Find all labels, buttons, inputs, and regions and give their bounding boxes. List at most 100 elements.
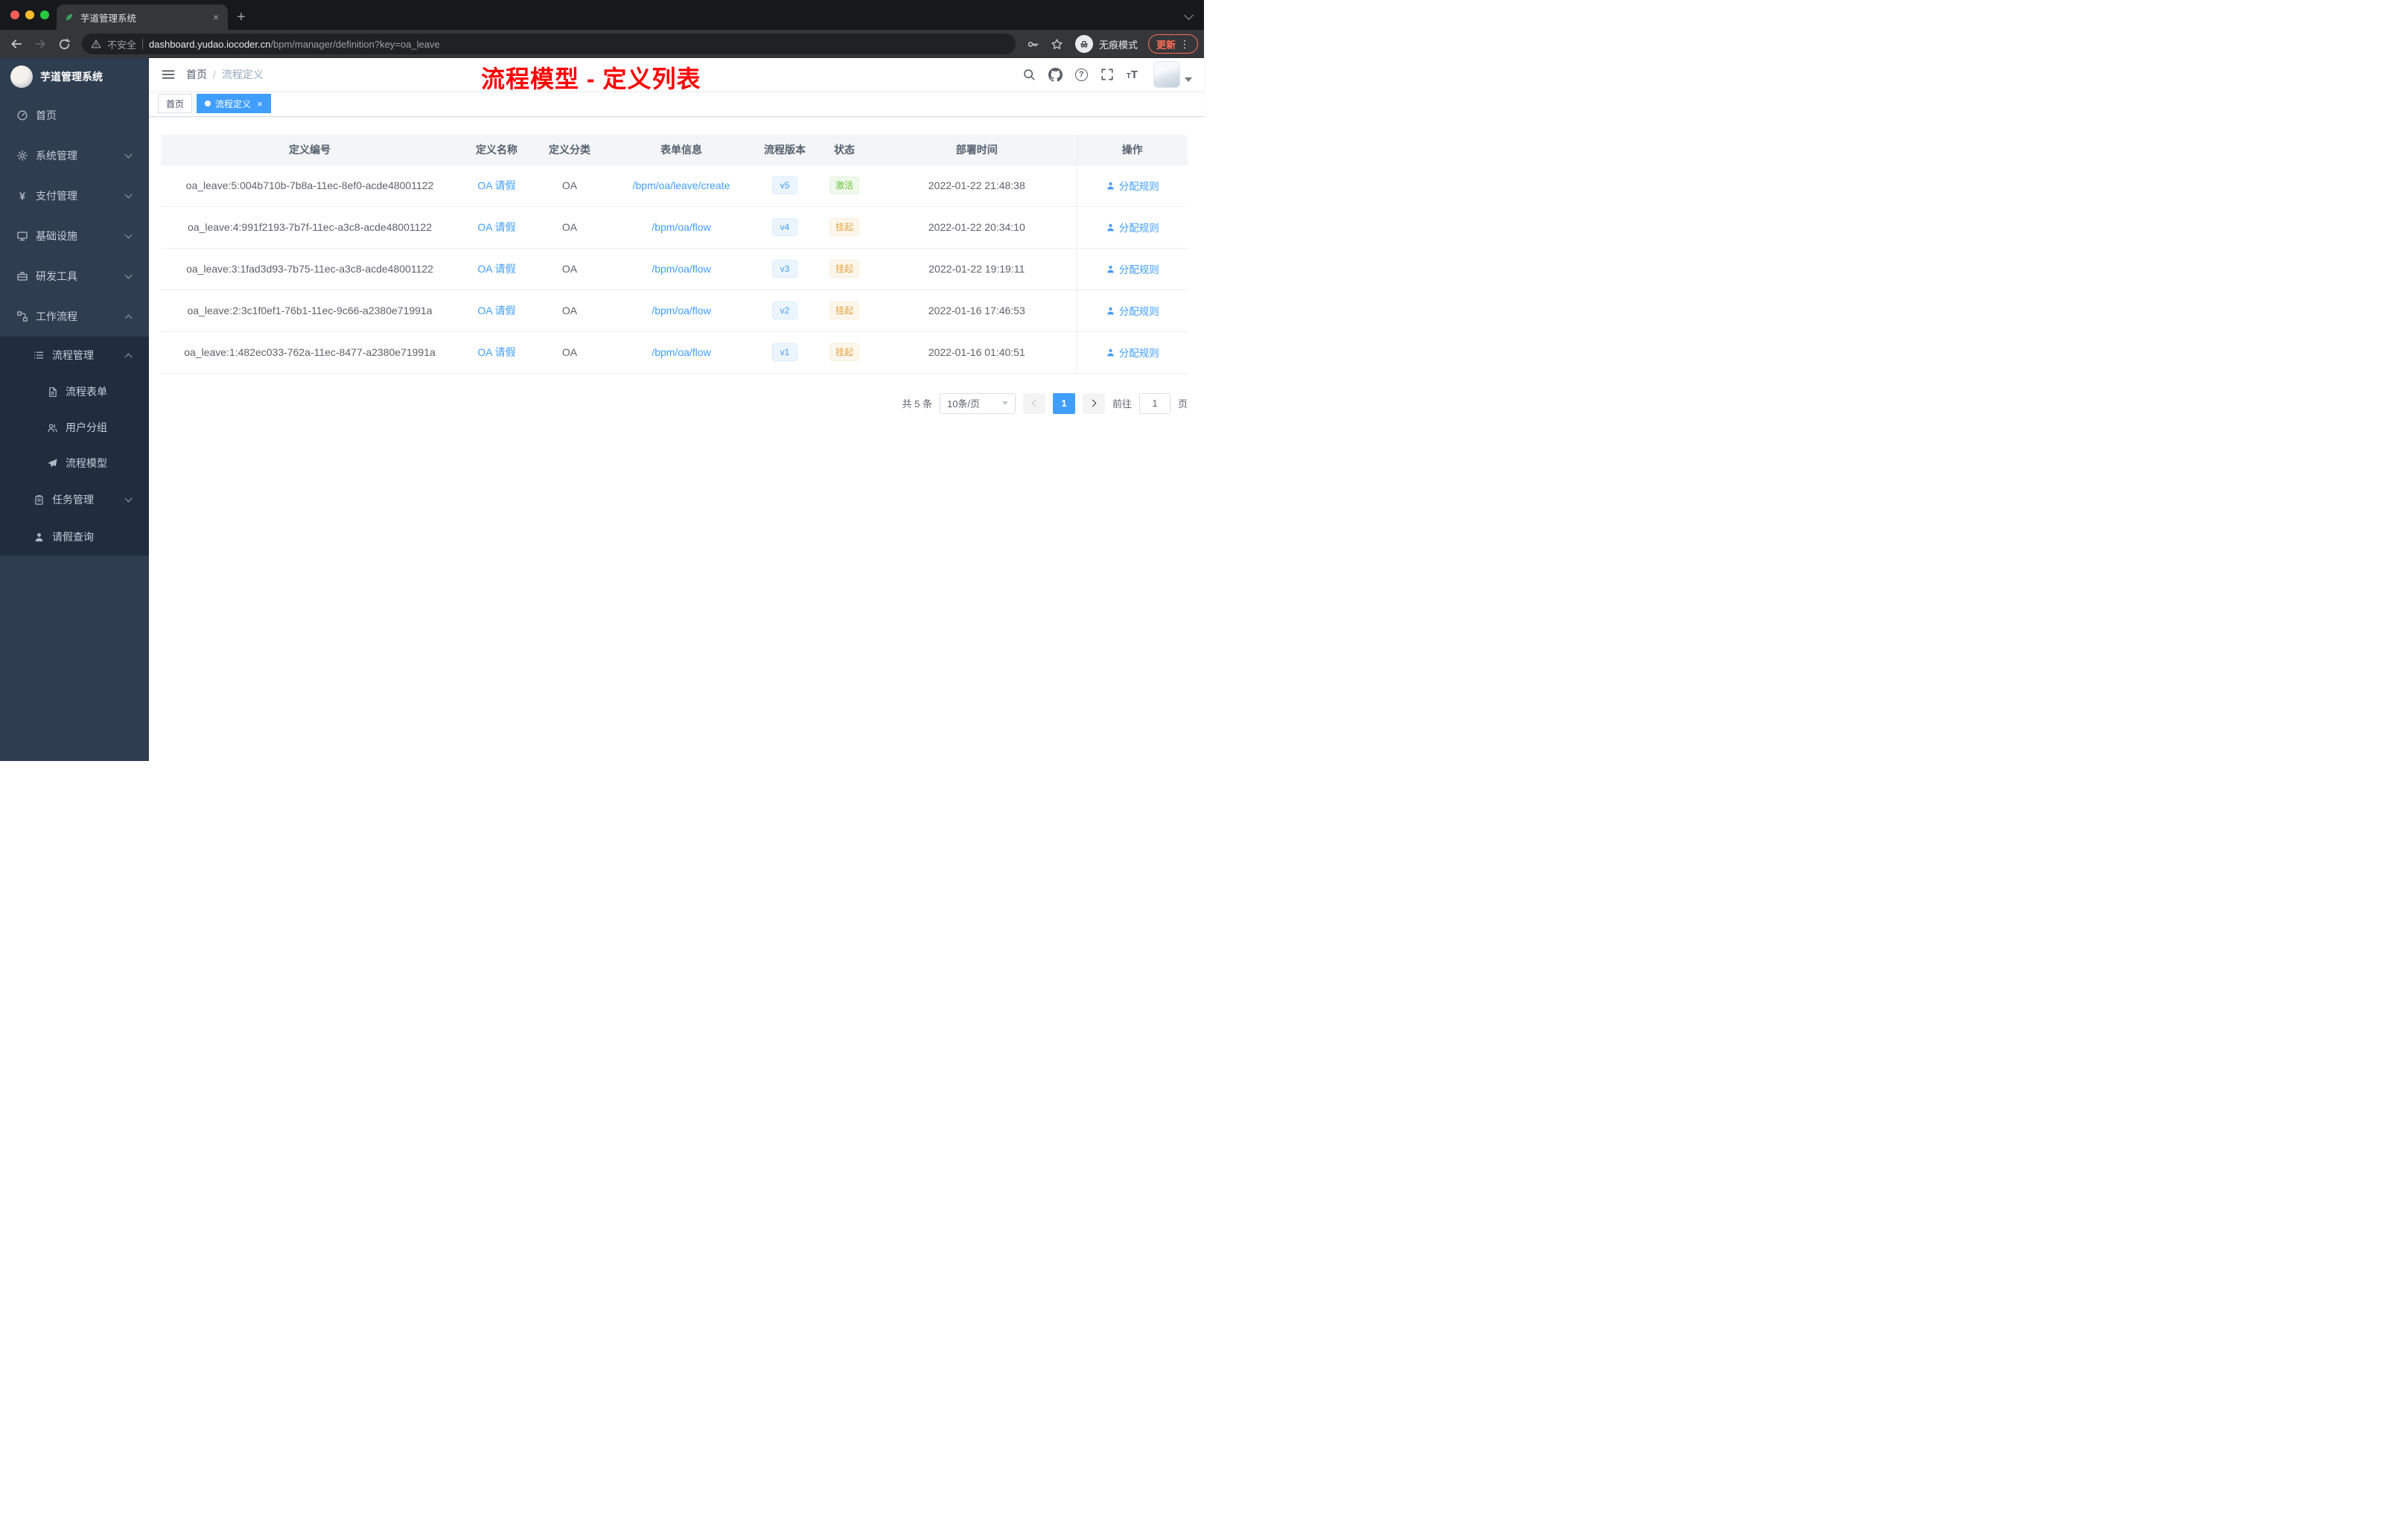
window-zoom-button[interactable] (40, 10, 49, 19)
status-badge: 激活 (829, 176, 859, 195)
browser-tab-strip: 芋道管理系统 × + (0, 0, 1204, 30)
definition-name-link[interactable]: OA 请假 (477, 179, 515, 191)
person-icon (33, 532, 45, 543)
clipboard-icon (33, 494, 45, 506)
sidebar-item-payment[interactable]: ¥ 支付管理 (0, 176, 149, 216)
definition-name-link[interactable]: OA 请假 (477, 221, 515, 233)
definition-id: oa_leave:3:1fad3d93-7b75-11ec-a3c8-acde4… (161, 248, 459, 290)
form-info-link[interactable]: /bpm/oa/flow (652, 305, 710, 316)
form-info-link[interactable]: /bpm/oa/flow (652, 346, 710, 358)
form-info-link[interactable]: /bpm/oa/flow (652, 263, 710, 275)
chevron-down-icon (124, 191, 133, 199)
workflow-icon (16, 311, 28, 322)
status-badge: 挂起 (829, 343, 859, 362)
help-question-icon[interactable]: ? (1074, 68, 1088, 81)
sidebar-item-process-models[interactable]: 流程模型 (0, 445, 149, 481)
definition-id: oa_leave:4:991f2193-7b7f-11ec-a3c8-acde4… (161, 206, 459, 249)
form-info-link[interactable]: /bpm/oa/flow (652, 221, 710, 233)
bookmark-star-icon[interactable] (1047, 34, 1068, 54)
reload-button[interactable] (54, 34, 74, 54)
password-key-icon[interactable] (1023, 34, 1044, 54)
tag-home[interactable]: 首页 (158, 94, 193, 113)
assign-rule-link[interactable]: 分配规则 (1106, 220, 1159, 235)
fullscreen-icon[interactable] (1101, 68, 1114, 81)
users-icon (46, 422, 58, 433)
sidebar-item-workflow[interactable]: 工作流程 (0, 296, 149, 337)
forward-button[interactable] (30, 34, 51, 54)
definition-name-link[interactable]: OA 请假 (477, 305, 515, 316)
column-header: 表单信息 (605, 135, 758, 165)
select-caret-icon (1001, 401, 1008, 405)
back-button[interactable] (6, 34, 27, 54)
font-size-icon[interactable]: TT (1127, 69, 1138, 81)
pagination: 共 5 条 10条/页 1 前往 页 (161, 392, 1188, 414)
tab-search-chevron-icon[interactable] (1184, 10, 1194, 20)
chevron-down-icon (124, 494, 133, 503)
sidebar: 芋道管理系统 首页 系统管理 ¥ 支付管理 基础设施 研发工具 工作流程 流程管… (0, 58, 149, 761)
sidebar-item-leave-query[interactable]: 请假查询 (0, 518, 149, 555)
tab-close-icon[interactable]: × (211, 11, 220, 23)
next-page-button[interactable] (1082, 392, 1105, 414)
person-icon (1107, 348, 1114, 356)
assign-rule-link[interactable]: 分配规则 (1106, 261, 1159, 276)
breadcrumb-home-link[interactable]: 首页 (186, 67, 207, 82)
sidebar-item-system[interactable]: 系统管理 (0, 136, 149, 176)
browser-toolbar: 不安全 dashboard.yudao.iocoder.cn/bpm/manag… (0, 30, 1204, 58)
yen-icon: ¥ (19, 190, 25, 202)
breadcrumb-current: 流程定义 (221, 69, 264, 80)
active-tag-dot (205, 101, 211, 106)
search-icon[interactable] (1022, 68, 1036, 81)
browser-tab[interactable]: 芋道管理系统 × (57, 4, 228, 30)
sidebar-item-home[interactable]: 首页 (0, 95, 149, 136)
sidebar-item-dev-tools[interactable]: 研发工具 (0, 256, 149, 296)
github-icon[interactable] (1048, 67, 1063, 82)
browser-update-button[interactable]: 更新 ⋮ (1147, 34, 1198, 54)
sidebar-item-process-forms[interactable]: 流程表单 (0, 374, 149, 410)
pagination-total: 共 5 条 (902, 398, 932, 410)
document-icon (46, 386, 58, 398)
version-badge: v4 (772, 217, 797, 237)
goto-page-input[interactable] (1138, 392, 1170, 414)
page-size-select[interactable]: 10条/页 (939, 392, 1016, 414)
top-navbar: 首页 / 流程定义 流程模型 - 定义列表 ? TT (149, 58, 1204, 92)
user-menu[interactable] (1153, 61, 1192, 88)
new-tab-button[interactable]: + (237, 4, 246, 30)
definition-name-link[interactable]: OA 请假 (477, 263, 515, 275)
avatar[interactable] (1153, 61, 1180, 88)
browser-menu-icon[interactable]: ⋮ (1179, 38, 1190, 51)
table-row: oa_leave:1:482ec033-762a-11ec-8477-a2380… (161, 331, 1188, 374)
tab-favicon-icon (66, 13, 73, 21)
window-minimize-button[interactable] (25, 10, 34, 19)
prev-page-button[interactable] (1022, 392, 1045, 414)
assign-rule-link[interactable]: 分配规则 (1106, 303, 1159, 318)
tag-process-definition[interactable]: 流程定义 × (197, 94, 271, 113)
dashboard-icon (16, 109, 28, 121)
sidebar-item-process-management[interactable]: 流程管理 (0, 337, 149, 374)
chevron-up-icon (124, 353, 133, 360)
sidebar-logo[interactable]: 芋道管理系统 (0, 58, 149, 95)
page-url: dashboard.yudao.iocoder.cn/bpm/manager/d… (149, 39, 440, 50)
address-bar[interactable]: 不安全 dashboard.yudao.iocoder.cn/bpm/manag… (82, 34, 1016, 54)
sidebar-item-task-management[interactable]: 任务管理 (0, 481, 149, 518)
sidebar-item-infrastructure[interactable]: 基础设施 (0, 216, 149, 256)
page-number-button[interactable]: 1 (1052, 392, 1075, 414)
window-close-button[interactable] (10, 10, 19, 19)
version-badge: v1 (772, 343, 797, 362)
definition-name-link[interactable]: OA 请假 (477, 346, 515, 358)
incognito-label: 无痕模式 (1098, 39, 1138, 51)
person-icon (1107, 182, 1114, 189)
tag-close-icon[interactable]: × (257, 98, 263, 109)
user-menu-caret-icon (1185, 77, 1192, 82)
incognito-profile-chip[interactable]: 无痕模式 (1074, 35, 1138, 53)
sidebar-toggle-icon[interactable] (161, 67, 176, 82)
monitor-icon (16, 230, 28, 242)
tags-view: 首页 流程定义 × (149, 91, 1204, 117)
tab-title: 芋道管理系统 (80, 13, 137, 24)
column-header: 操作 (1076, 135, 1188, 165)
version-badge: v5 (772, 176, 797, 195)
sidebar-item-user-groups[interactable]: 用户分组 (0, 410, 149, 445)
status-badge: 挂起 (829, 259, 859, 278)
assign-rule-link[interactable]: 分配规则 (1106, 178, 1159, 193)
assign-rule-link[interactable]: 分配规则 (1106, 345, 1159, 360)
form-info-link[interactable]: /bpm/oa/leave/create (633, 179, 730, 191)
